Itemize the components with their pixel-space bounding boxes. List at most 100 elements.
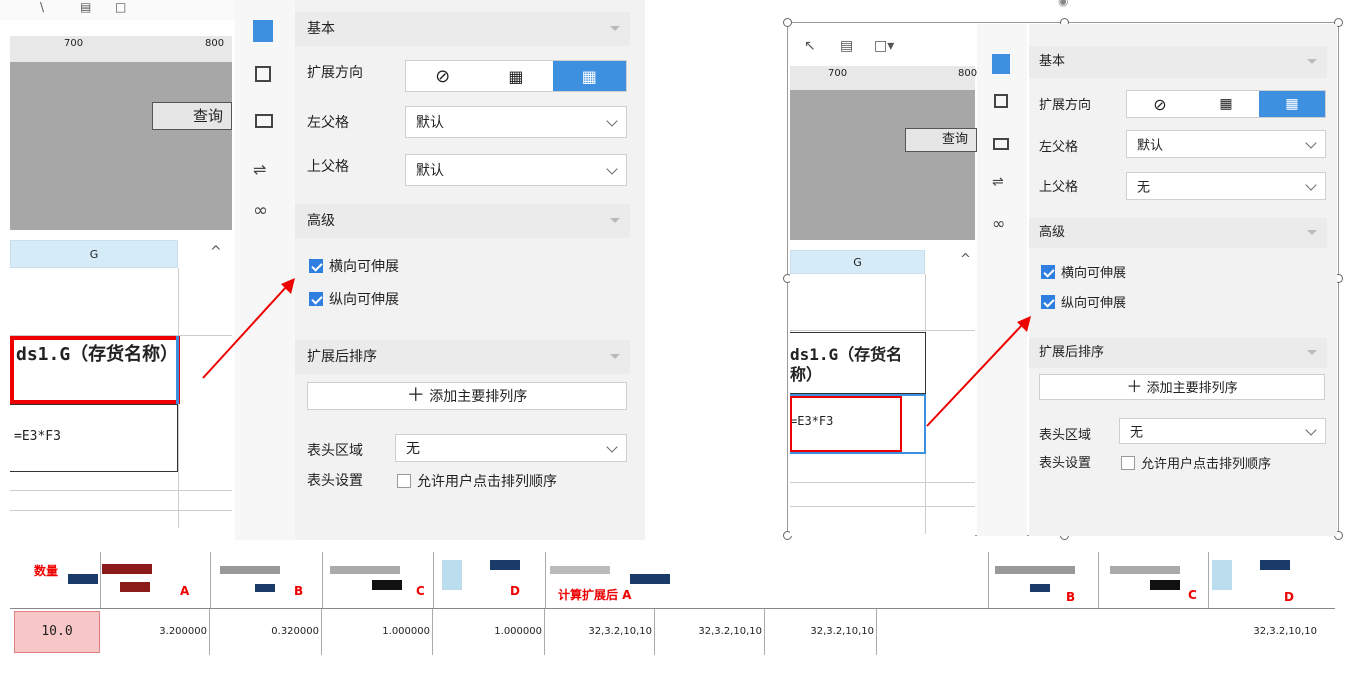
checkbox-checked-icon[interactable]	[1041, 294, 1055, 309]
left-parent-label: 左父格	[1039, 140, 1079, 155]
header-qty: 数量	[34, 564, 59, 578]
header-area-value: 无	[1130, 425, 1144, 441]
cell-ds1-g[interactable]: ds1.G（存货名称）	[10, 336, 180, 404]
grid-line-h	[10, 490, 232, 491]
chevron-down-icon	[610, 26, 620, 31]
cell-value: 0.320000	[271, 626, 319, 637]
pixel-noise	[220, 566, 280, 574]
widget-icon[interactable]	[993, 138, 1009, 150]
ruler: 700 800	[790, 66, 977, 91]
table-cell[interactable]: 1.000000	[433, 609, 545, 655]
horizontal-expand-checkbox[interactable]: 横向可伸展	[309, 256, 399, 276]
add-sort-button[interactable]: ＋ 添加主要排列序	[1039, 374, 1325, 400]
link-icon[interactable]: ∞	[992, 214, 1005, 233]
pixel-noise	[490, 560, 520, 570]
chevron-down-icon	[1307, 230, 1317, 235]
cell-attr-icon[interactable]	[253, 20, 273, 42]
table-cell[interactable]: 32,3.2,10,10	[655, 609, 765, 655]
header-d2: D	[1284, 590, 1294, 604]
header-divider	[988, 552, 989, 608]
canvas-gray-area	[10, 62, 232, 230]
left-parent-select[interactable]: 默认	[1126, 130, 1326, 158]
rotate-handle-icon[interactable]: ◉	[1058, 0, 1068, 8]
widget-icon[interactable]	[255, 114, 273, 128]
toolbar-fragment: \ ▤ □	[0, 0, 235, 20]
style-icon[interactable]	[255, 66, 271, 82]
query-button-label: 查询	[941, 132, 968, 147]
pixel-noise	[68, 574, 98, 584]
table-cell[interactable]: 0.320000	[210, 609, 322, 655]
allow-click-sort-checkbox[interactable]: 允许用户点击排列顺序	[397, 471, 557, 491]
section-sort[interactable]: 扩展后排序	[295, 340, 630, 374]
column-header-g[interactable]: G	[790, 250, 925, 274]
section-advanced[interactable]: 高级	[1029, 218, 1327, 248]
section-advanced[interactable]: 高级	[295, 204, 630, 238]
left-parent-select[interactable]: 默认	[405, 106, 627, 138]
column-header-label: G	[853, 256, 862, 269]
allow-click-sort-checkbox[interactable]: 允许用户点击排列顺序	[1121, 453, 1271, 472]
table-cell[interactable]: 3.200000	[100, 609, 210, 655]
section-basic[interactable]: 基本	[1029, 46, 1327, 78]
table-cell[interactable]: 32,3.2,10,10	[877, 609, 1319, 655]
top-parent-select[interactable]: 默认	[405, 154, 627, 186]
no-expand-icon[interactable]: ⊘	[406, 61, 479, 91]
pixel-noise	[102, 564, 152, 574]
section-basic[interactable]: 基本	[295, 12, 630, 46]
column-header-g[interactable]: G	[10, 240, 178, 268]
resize-handle[interactable]	[783, 18, 792, 27]
cell-formula[interactable]: =E3*F3	[10, 404, 178, 472]
checkbox-checked-icon[interactable]	[309, 292, 323, 306]
expand-direction-toggle[interactable]: ⊘ ▦ ▦	[1126, 90, 1326, 118]
checkbox-unchecked-icon[interactable]	[1121, 455, 1135, 470]
horizontal-expand-icon[interactable]: ▦	[1193, 91, 1259, 117]
scroll-up-arrow[interactable]: ^	[210, 244, 222, 260]
condition-icon[interactable]: ⇌	[992, 174, 1004, 190]
link-icon[interactable]: ∞	[253, 200, 268, 221]
cell-attr-icon[interactable]	[992, 54, 1010, 74]
doc-icon[interactable]: ▤	[80, 0, 91, 14]
cell-value: 1.000000	[494, 626, 542, 637]
horizontal-expand-checkbox[interactable]: 横向可伸展	[1041, 262, 1126, 281]
table-cell[interactable]: 1.000000	[322, 609, 433, 655]
checkbox-unchecked-icon[interactable]	[397, 474, 411, 488]
query-button[interactable]: 查询	[152, 102, 232, 130]
checkbox-checked-icon[interactable]	[1041, 264, 1055, 279]
expand-direction-toggle[interactable]: ⊘ ▦ ▦	[405, 60, 627, 92]
add-sort-button[interactable]: ＋ 添加主要排列序	[307, 382, 627, 410]
section-sort[interactable]: 扩展后排序	[1029, 338, 1327, 368]
section-advanced-label: 高级	[307, 213, 335, 229]
cell-ds1-g[interactable]: ds1.G（存货名称）	[790, 332, 926, 394]
header-area-select[interactable]: 无	[395, 434, 627, 462]
header-area-label: 表头区域	[1039, 428, 1092, 443]
vertical-expand-icon[interactable]: ▦	[552, 61, 626, 91]
horizontal-expand-label: 横向可伸展	[1061, 266, 1127, 281]
no-expand-icon[interactable]: ⊘	[1127, 91, 1193, 117]
vertical-expand-icon[interactable]: ▦	[1259, 91, 1325, 117]
frame-icon[interactable]: □	[115, 0, 126, 14]
table-cell[interactable]: 32,3.2,10,10	[765, 609, 877, 655]
first-cell[interactable]: 10.0	[14, 611, 100, 653]
doc-icon[interactable]: ▤	[840, 38, 853, 54]
horizontal-expand-icon[interactable]: ▦	[479, 61, 552, 91]
condition-icon[interactable]: ⇌	[253, 160, 266, 179]
vertical-expand-checkbox[interactable]: 纵向可伸展	[309, 289, 399, 309]
table-cell[interactable]: 32,3.2,10,10	[545, 609, 655, 655]
pointer-icon[interactable]: \	[40, 0, 44, 14]
left-parent-value: 默认	[416, 115, 444, 131]
left-parent-label: 左父格	[307, 115, 349, 131]
scroll-up-arrow[interactable]: ^	[960, 252, 971, 267]
vertical-expand-label: 纵向可伸展	[329, 292, 399, 308]
query-button[interactable]: 查询	[905, 128, 977, 152]
pixel-noise	[550, 566, 610, 574]
ruler-mark-700: 700	[828, 68, 848, 79]
ruler: 700 800	[10, 36, 232, 63]
style-icon[interactable]	[994, 94, 1008, 108]
frame-icon[interactable]: □▾	[874, 38, 894, 54]
bottom-table: 数量 A B C D 计算扩展后 A B C D 10.0 3.200000 0…	[10, 552, 1335, 664]
pointer-icon[interactable]: ↖	[804, 38, 816, 54]
top-parent-select[interactable]: 无	[1126, 172, 1326, 200]
checkbox-checked-icon[interactable]	[309, 259, 323, 273]
header-area-select[interactable]: 无	[1119, 418, 1326, 444]
cell-ds1-g-text: ds1.G（存货名称）	[16, 344, 179, 365]
vertical-expand-checkbox[interactable]: 纵向可伸展	[1041, 292, 1126, 311]
